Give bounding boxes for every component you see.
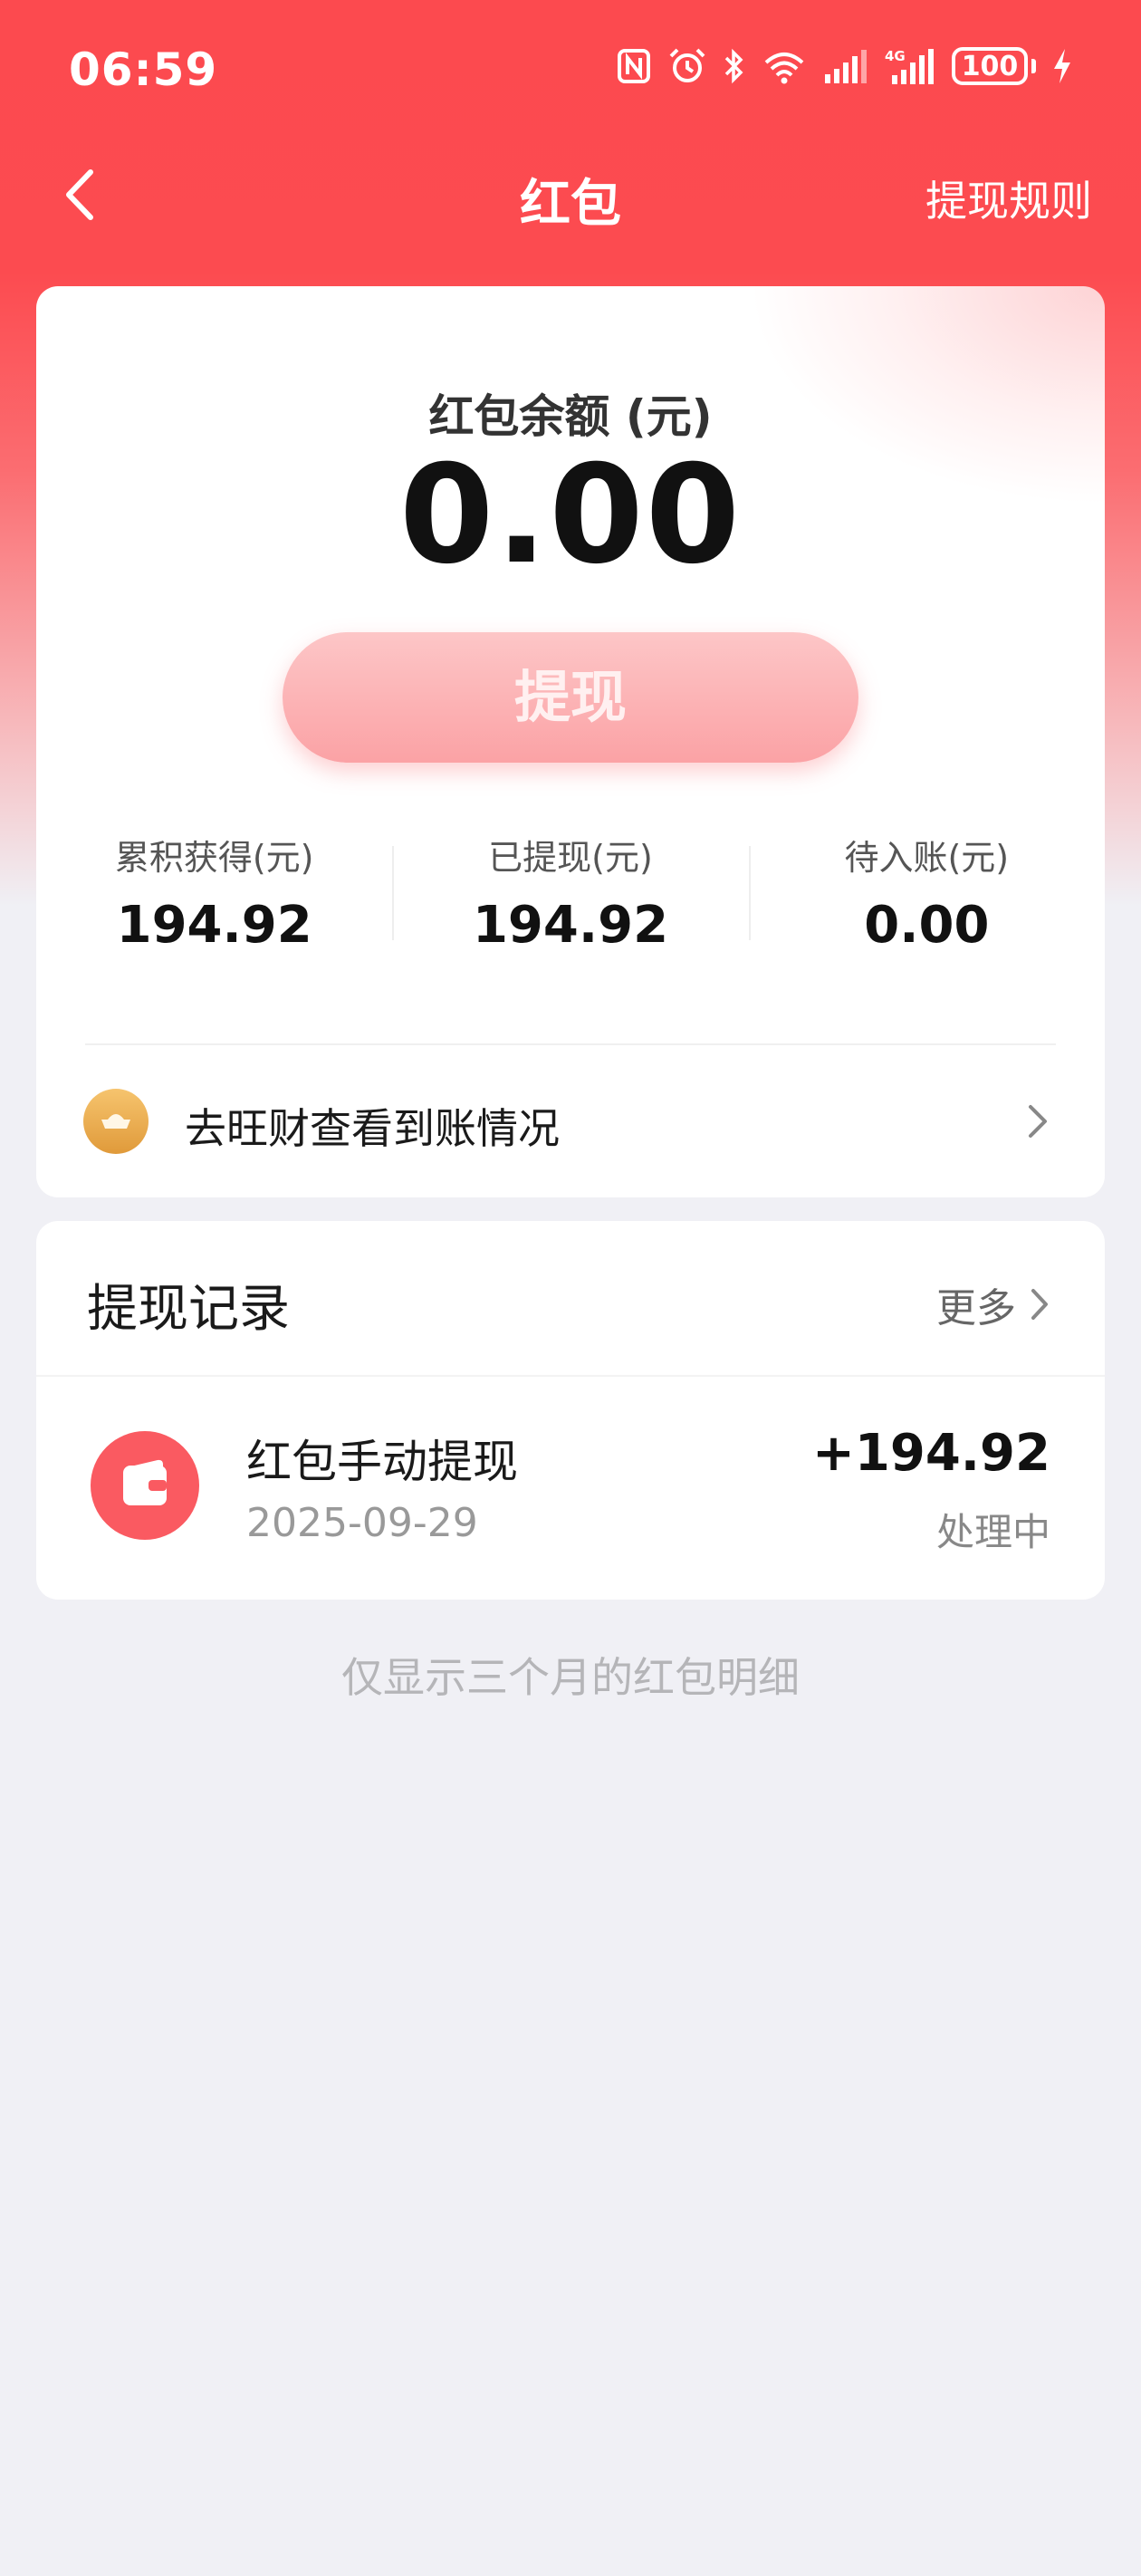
stat-label: 已提现(元) xyxy=(488,838,653,878)
stat-value: 194.92 xyxy=(116,896,312,955)
signal-icon xyxy=(825,50,867,83)
gold-ingot-icon xyxy=(83,1089,149,1154)
stat-withdrawn: 已提现(元) 194.92 xyxy=(392,830,748,955)
records-more-button[interactable]: 更多 xyxy=(936,1275,1050,1333)
record-amount: +194.92 xyxy=(811,1424,1050,1483)
stat-value: 0.00 xyxy=(864,896,990,955)
stats-row: 累积获得(元) 194.92 已提现(元) 194.92 待入账(元) 0.00 xyxy=(36,830,1105,955)
records-more-label: 更多 xyxy=(936,1285,1016,1331)
wallet-icon xyxy=(91,1431,199,1540)
stat-label: 待入账(元) xyxy=(844,838,1010,878)
stat-pending: 待入账(元) 0.00 xyxy=(748,830,1105,955)
wangcai-link-row[interactable]: 去旺财查看到账情况 xyxy=(36,1045,1105,1197)
charging-icon xyxy=(1054,49,1070,83)
status-bar: 06:59 4G 100 xyxy=(0,0,1141,136)
status-icons: 4G 100 xyxy=(617,47,1072,85)
status-time: 06:59 xyxy=(69,43,218,96)
record-date: 2025-09-29 xyxy=(246,1500,478,1546)
wangcai-link-text: 去旺财查看到账情况 xyxy=(185,1104,560,1153)
withdraw-records-card: 提现记录 更多 红包手动提现 2025-09-29 +194.92 处理中 xyxy=(36,1221,1105,1600)
signal-4g-icon: 4G xyxy=(885,48,934,84)
withdraw-rules-link[interactable]: 提现规则 xyxy=(925,168,1092,228)
chevron-right-icon xyxy=(1031,1289,1048,1320)
record-status: 处理中 xyxy=(935,1510,1050,1554)
battery-level: 100 xyxy=(952,47,1028,85)
balance-card: 红包余额 (元) 0.00 提现 累积获得(元) 194.92 已提现(元) 1… xyxy=(36,286,1105,1197)
records-title: 提现记录 xyxy=(87,1280,290,1339)
chevron-right-icon xyxy=(1029,1105,1047,1138)
nav-bar: 红包 提现规则 xyxy=(0,145,1141,245)
footer-note: 仅显示三个月的红包明细 xyxy=(341,1653,800,1702)
record-title: 红包手动提现 xyxy=(246,1436,518,1488)
nfc-icon xyxy=(618,49,650,83)
stat-value: 194.92 xyxy=(472,896,669,955)
record-item[interactable]: 红包手动提现 2025-09-29 +194.92 处理中 xyxy=(36,1377,1105,1600)
svg-text:4G: 4G xyxy=(885,48,906,64)
stat-total-earned: 累积获得(元) 194.92 xyxy=(36,830,392,955)
wifi-icon xyxy=(764,53,804,84)
bluetooth-icon xyxy=(724,48,743,84)
alarm-icon xyxy=(669,48,705,82)
balance-value: 0.00 xyxy=(398,437,743,594)
withdraw-button[interactable]: 提现 xyxy=(283,632,858,763)
stat-label: 累积获得(元) xyxy=(114,838,314,878)
records-header: 提现记录 更多 xyxy=(36,1221,1105,1377)
battery-icon: 100 xyxy=(952,47,1036,85)
